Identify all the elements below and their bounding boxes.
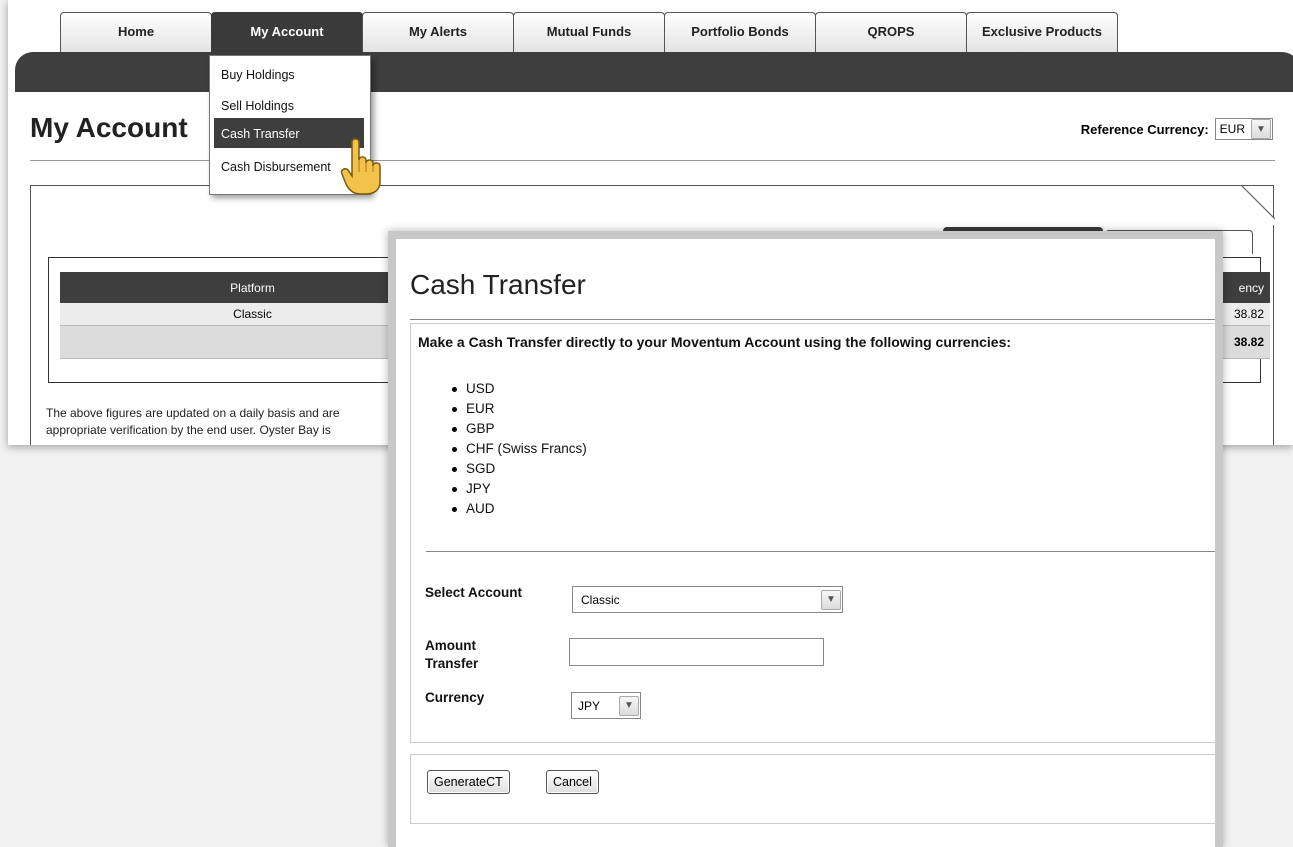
footnote-line: The above figures are updated on a daily… (46, 406, 340, 420)
list-item: SGD (452, 459, 587, 479)
dialog-actions (410, 754, 1215, 824)
reference-currency-value: EUR (1219, 122, 1245, 136)
chevron-down-icon: ▼ (1251, 119, 1271, 139)
list-item: JPY (452, 479, 587, 499)
amount-transfer-input[interactable] (569, 638, 824, 666)
cash-transfer-dialog: Cash Transfer Make a Cash Transfer direc… (388, 231, 1223, 847)
chevron-down-icon: ▼ (821, 589, 841, 610)
tab-exclusive-products[interactable]: Exclusive Products (966, 12, 1118, 52)
list-item: AUD (452, 499, 587, 519)
reference-currency-select[interactable]: EUR ▼ (1214, 118, 1273, 140)
tab-portfolio-bonds[interactable]: Portfolio Bonds (664, 12, 816, 52)
dialog-intro: Make a Cash Transfer directly to your Mo… (418, 334, 1012, 350)
tab-my-alerts[interactable]: My Alerts (362, 12, 514, 52)
tab-home[interactable]: Home (60, 12, 212, 52)
currency-list: USD EUR GBP CHF (Swiss Francs) SGD JPY A… (452, 379, 587, 519)
dialog-title: Cash Transfer (410, 269, 586, 300)
select-account-dropdown[interactable]: Classic ▼ (572, 586, 843, 613)
amount-transfer-label: Amount Transfer (425, 637, 478, 673)
page-title: My Account (30, 112, 188, 143)
amount-label-line: Transfer (425, 656, 479, 671)
menu-item-buy-holdings[interactable]: Buy Holdings (210, 56, 370, 87)
column-header-currency: ency (1230, 272, 1270, 303)
list-item: GBP (452, 419, 587, 439)
main-nav-tabs: Home My Account My Alerts Mutual Funds P… (60, 12, 1118, 52)
menu-item-sell-holdings[interactable]: Sell Holdings (210, 87, 370, 118)
chevron-down-icon: ▼ (619, 695, 639, 716)
select-account-label: Select Account (425, 585, 523, 600)
cell-total-value: 38.82 (1230, 325, 1270, 359)
list-item: CHF (Swiss Francs) (452, 439, 587, 459)
divider (410, 319, 1215, 320)
page-fold-icon (1241, 185, 1275, 225)
cell-value: 38.82 (1230, 303, 1270, 326)
currency-value: JPY (578, 698, 601, 713)
list-item: EUR (452, 399, 587, 419)
cancel-button[interactable]: Cancel (546, 770, 599, 794)
currency-select[interactable]: JPY ▼ (571, 692, 641, 719)
tab-my-account[interactable]: My Account (211, 12, 363, 52)
reference-currency-label: Reference Currency: (1080, 121, 1209, 137)
tab-qrops[interactable]: QROPS (815, 12, 967, 52)
divider (426, 551, 1215, 552)
reference-currency: Reference Currency: EUR ▼ (1081, 118, 1273, 140)
footnote: The above figures are updated on a daily… (46, 405, 340, 439)
tab-mutual-funds[interactable]: Mutual Funds (513, 12, 665, 52)
list-item: USD (452, 379, 587, 399)
generate-ct-button[interactable]: GenerateCT (427, 770, 510, 794)
currency-label: Currency (425, 690, 485, 705)
select-account-value: Classic (581, 592, 620, 607)
footnote-line: appropriate verification by the end user… (46, 423, 331, 437)
pointer-hand-icon (340, 138, 381, 195)
nav-bar (15, 52, 1293, 92)
amount-label-line: Amount (425, 638, 476, 653)
